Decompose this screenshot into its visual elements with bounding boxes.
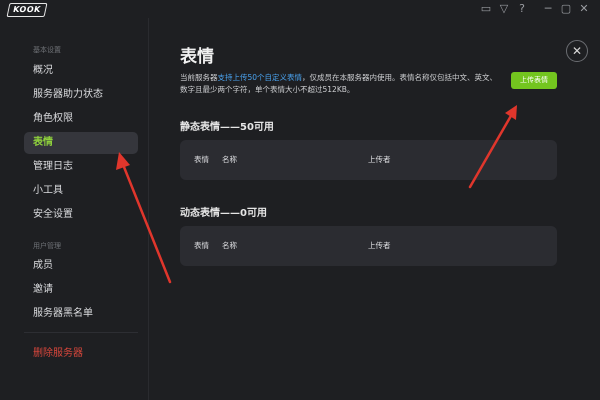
dynamic-emoji-table: 表情 名称 上传者	[180, 226, 557, 266]
sidebar-item-roles[interactable]: 角色权限	[24, 108, 138, 130]
column-header-name: 名称	[222, 241, 237, 250]
column-header-emoji: 表情	[194, 155, 209, 164]
section-basic-settings: 基本设置	[33, 46, 61, 54]
sidebar-item-security[interactable]: 安全设置	[24, 204, 138, 226]
desc-limit-link[interactable]: 支持上传50个自定义表情	[218, 73, 303, 82]
column-header-emoji: 表情	[194, 241, 209, 250]
sidebar-item-audit-log[interactable]: 管理日志	[24, 156, 138, 178]
sidebar-item-emoji[interactable]: 表情	[24, 132, 138, 154]
sidebar-item-overview[interactable]: 概况	[24, 60, 138, 82]
static-emoji-table: 表情 名称 上传者	[180, 140, 557, 180]
section-user-management: 用户管理	[33, 242, 61, 250]
title-bar: KOOK ▭ ▽ ? ─ ▢ ✕	[0, 0, 600, 18]
emoji-settings-panel: 表情 当前服务器支持上传50个自定义表情，仅成员在本服务器内使用。表情名称仅包括…	[149, 18, 600, 400]
sidebar-item-blacklist[interactable]: 服务器黑名单	[24, 303, 138, 325]
page-title: 表情	[180, 47, 214, 67]
kook-logo: KOOK	[6, 3, 48, 17]
emoji-description: 当前服务器支持上传50个自定义表情，仅成员在本服务器内使用。表情名称仅包括中文、…	[180, 72, 498, 96]
sidebar-item-delete-server[interactable]: 删除服务器	[24, 343, 138, 365]
upload-emoji-button[interactable]: 上传表情	[511, 72, 557, 89]
sidebar-item-members[interactable]: 成员	[24, 255, 138, 277]
sidebar-item-tools[interactable]: 小工具	[24, 180, 138, 202]
minimize-icon[interactable]: ─	[540, 1, 556, 17]
sidebar-item-invites[interactable]: 邀请	[24, 279, 138, 301]
help-icon[interactable]: ?	[514, 1, 530, 17]
close-icon[interactable]: ✕	[566, 40, 588, 62]
desc-prefix: 当前服务器	[180, 73, 218, 82]
static-emoji-heading: 静态表情——50可用	[180, 122, 274, 133]
dynamic-emoji-heading: 动态表情——0可用	[180, 208, 267, 219]
maximize-icon[interactable]: ▢	[558, 1, 574, 17]
sidebar-divider	[24, 332, 138, 333]
box-icon[interactable]: ▭	[478, 1, 494, 17]
column-header-name: 名称	[222, 155, 237, 164]
column-header-uploader: 上传者	[368, 241, 391, 250]
settings-sidebar: 基本设置 概况 服务器助力状态 角色权限 表情 管理日志 小工具 安全设置 用户…	[0, 18, 149, 400]
sidebar-item-boost-status[interactable]: 服务器助力状态	[24, 84, 138, 106]
close-window-icon[interactable]: ✕	[576, 1, 592, 17]
shield-icon[interactable]: ▽	[496, 1, 512, 17]
column-header-uploader: 上传者	[368, 155, 391, 164]
